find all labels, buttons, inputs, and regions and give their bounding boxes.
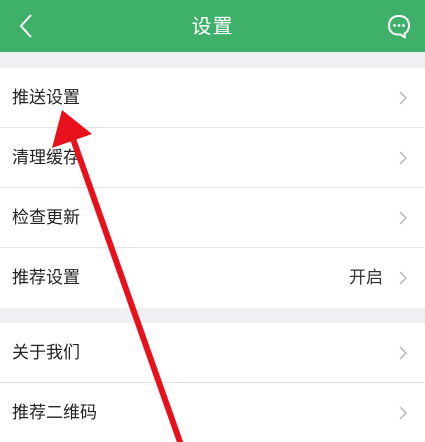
chevron-right-icon [399,346,407,360]
settings-row-recommend[interactable]: 推荐设置 开启 [0,248,425,308]
chevron-right-icon [399,151,407,165]
row-label: 清理缓存 [12,148,80,168]
settings-row-about-us[interactable]: 关于我们 [0,323,425,383]
chevron-right-icon [399,91,407,105]
row-label: 推送设置 [12,88,80,108]
settings-group-about: 关于我们 推荐二维码 [0,323,425,442]
settings-row-qr-code[interactable]: 推荐二维码 [0,383,425,442]
chevron-right-icon [399,271,407,285]
chevron-right-icon [399,406,407,420]
row-label: 检查更新 [12,208,80,228]
row-label: 推荐二维码 [12,403,97,423]
message-button[interactable] [381,8,417,44]
page-title: 设置 [191,14,234,38]
app-header: 设置 [0,0,425,52]
settings-row-push[interactable]: 推送设置 [0,68,425,128]
row-label: 推荐设置 [12,268,80,288]
message-bubble-icon [388,15,410,39]
settings-group-main: 推送设置 清理缓存 检查更新 推荐设置 开启 [0,68,425,308]
recommend-status-value: 开启 [349,268,383,288]
row-label: 关于我们 [12,343,80,363]
settings-row-check-update[interactable]: 检查更新 [0,188,425,248]
settings-row-clear-cache[interactable]: 清理缓存 [0,128,425,188]
chevron-right-icon [399,211,407,225]
